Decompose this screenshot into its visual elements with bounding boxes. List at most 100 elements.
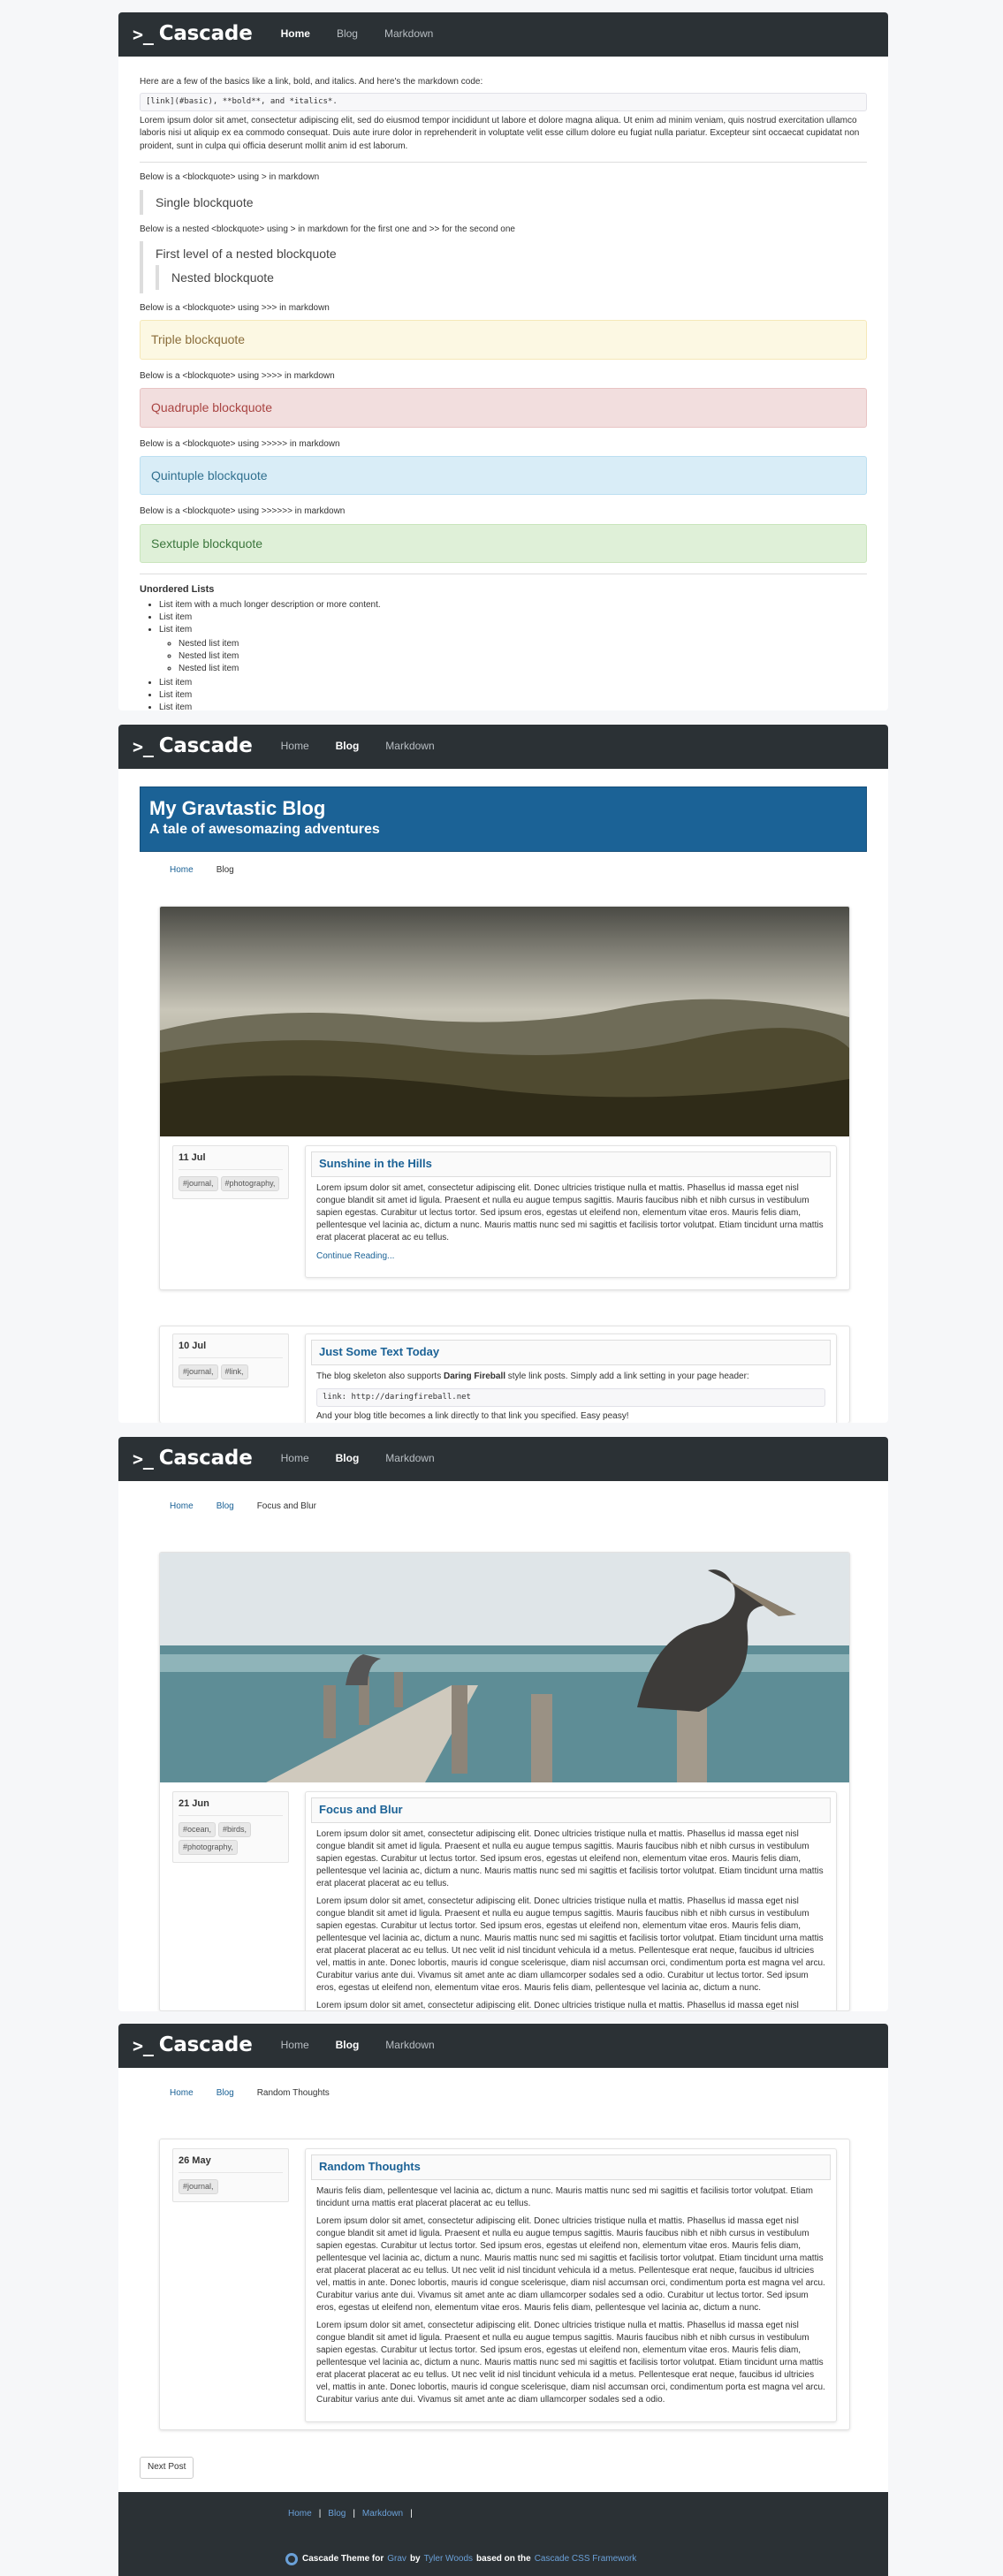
focus-panel: >_ Cascade Home Blog Markdown Home Blog Focus… [118,1437,888,2011]
crumb-blog[interactable]: Blog [217,1501,234,1514]
post-article: Random Thoughts Mauris felis diam, pelle… [305,2148,837,2422]
crumb-home[interactable]: Home [170,864,194,878]
nav-markdown[interactable]: Markdown [385,2039,434,2051]
nav-blog[interactable]: Blog [336,1452,360,1464]
post-title[interactable]: Random Thoughts [311,2154,831,2180]
unordered-list: List item with a much longer description… [140,599,867,710]
blog-title: My Gravtastic Blog [149,797,326,819]
navbar: >_ Cascade Home Blog Markdown [118,1437,888,1481]
random-panel: >_ Cascade Home Blog Markdown Home Blog Rando… [118,2024,888,2492]
post-meta: 11 Jul #journal, #photography, [172,1145,289,1199]
blog-header-wrap: My Gravtastic Blog A tale of awesomazing… [118,769,888,852]
list-item: List item [159,677,867,689]
post-article: Focus and Blur Lorem ipsum dolor sit ame… [305,1791,837,2010]
nested-list-wrapper: Nested list item Nested list item Nested… [159,638,867,675]
brand-name: Cascade [158,22,253,46]
blog-panel: >_ Cascade Home Blog Markdown My Gravtastic… [118,725,888,1423]
note-quad: Below is a <blockquote> using >>>> in ma… [140,370,335,381]
blog-header: My Gravtastic Blog A tale of awesomazing… [140,786,867,852]
post-title[interactable]: Just Some Text Today [311,1340,831,1365]
tag-chip[interactable]: #photography, [220,1175,280,1191]
post-paragraph: Mauris felis diam, pellentesque vel laci… [316,2185,813,2208]
post-date: 26 May [179,2154,283,2173]
footer-link-blog[interactable]: Blog [328,2509,346,2519]
hills-image [160,907,849,1136]
author-link[interactable]: Tyler Woods [424,2553,473,2566]
crumb-blog[interactable]: Blog [217,2087,234,2101]
code-block: link: http://daringfireball.net [316,1387,825,1407]
tag-chip[interactable]: #birds, [218,1821,252,1837]
list-title: Unordered Lists [140,584,215,596]
credit-based: based on the [476,2553,531,2564]
nav-menu: Home Blog Markdown [281,1451,461,1467]
footer-link-markdown[interactable]: Markdown [362,2509,403,2519]
nested-list-item: Nested list item [179,650,867,663]
nav-blog[interactable]: Blog [336,740,360,752]
nav-blog[interactable]: Blog [337,27,358,40]
footer-credit: Cascade Theme for Grav by Tyler Woods ba… [285,2552,636,2566]
grav-link[interactable]: Grav [387,2553,407,2566]
divider [140,162,867,163]
continue-reading-link[interactable]: Continue Reading... [306,1251,405,1261]
brand-name: Cascade [158,2033,253,2057]
terminal-icon: >_ [133,1448,154,1470]
brand-name: Cascade [158,734,253,758]
blockquote-quintuple: Quintuple blockquote [140,456,867,496]
navbar: >_ Cascade Home Blog Markdown [118,2024,888,2068]
tag-chip[interactable]: #photography, [179,1839,238,1856]
nav-home[interactable]: Home [281,2039,309,2051]
breadcrumb: Home Blog Focus and Blur [118,1481,888,1514]
tag-chip[interactable]: #journal, [179,1175,218,1191]
separator: | [318,2509,322,2519]
nav-markdown[interactable]: Markdown [385,740,434,752]
post-title[interactable]: Focus and Blur [311,1797,831,1823]
brand-logo[interactable]: >_ Cascade [133,19,253,49]
body-bold: Daring Fireball [443,1371,505,1381]
blockquote-triple: Triple blockquote [140,320,867,360]
brand-logo[interactable]: >_ Cascade [133,732,253,761]
post-title[interactable]: Sunshine in the Hills [311,1151,831,1177]
crumb-home[interactable]: Home [170,1501,194,1514]
list-item: List item [159,612,867,624]
post-body: The blog skeleton also supports Daring F… [306,1371,836,1388]
github-icon[interactable] [285,2552,299,2566]
crumb-current: Focus and Blur [256,1501,316,1511]
body-text: style link posts. Simply add a link sett… [505,1371,749,1381]
nav-markdown[interactable]: Markdown [385,1452,434,1464]
note-nested: Below is a nested <blockquote> using > i… [140,224,515,234]
nav-menu: Home Blog Markdown [281,2038,461,2054]
tag-chip[interactable]: #journal, [179,1364,218,1379]
markdown-panel: >_ Cascade Home Blog Markdown Here are a fe… [118,12,888,710]
post-article: Sunshine in the Hills Lorem ipsum dolor … [305,1145,837,1278]
post-meta: 26 May #journal, [172,2148,289,2202]
tag-chip[interactable]: #journal, [179,2178,218,2194]
tag-chip[interactable]: #link, [220,1364,248,1379]
blog-post-card: 11 Jul #journal, #photography, Sunshine i… [159,906,850,1290]
post-meta: 21 Jun #ocean, #birds, #photography, [172,1791,289,1864]
brand-logo[interactable]: >_ Cascade [133,1444,253,1473]
navbar: >_ Cascade Home Blog Markdown [118,12,888,57]
credit-by: by [409,2553,421,2564]
nav-home[interactable]: Home [281,740,309,752]
nav-blog[interactable]: Blog [336,2039,360,2051]
nav-home[interactable]: Home [281,27,310,40]
credit-text: Cascade Theme for [302,2553,384,2564]
crumb-home[interactable]: Home [170,2087,194,2101]
cascade-link[interactable]: Cascade CSS Framework [535,2553,637,2566]
separator: | [410,2509,413,2519]
list-item: List item [159,624,867,636]
note-single: Below is a <blockquote> using > in markd… [140,172,320,183]
brand-logo[interactable]: >_ Cascade [133,2031,253,2060]
breadcrumb: Home Blog [118,852,888,878]
blog-post-card: 26 May #journal, Random Thoughts Mauris … [159,2139,850,2430]
blog-post-card-2: 10 Jul #journal, #link, Just Some Text To… [159,1326,850,1423]
footer-link-home[interactable]: Home [288,2509,312,2519]
nav-menu: Home Blog Markdown [281,739,461,755]
next-post-button[interactable]: Next Post [140,2457,194,2479]
blog-subtitle: A tale of awesomazing adventures [149,822,380,837]
crumb-blog: Blog [216,865,234,875]
tag-chip[interactable]: #ocean, [179,1821,217,1837]
separator: | [353,2509,355,2519]
nav-home[interactable]: Home [281,1452,309,1464]
nav-markdown[interactable]: Markdown [384,27,433,40]
